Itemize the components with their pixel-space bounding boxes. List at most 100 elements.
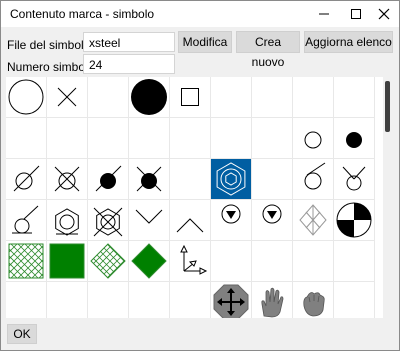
symbol-dialog: Contenuto marca - simbolo File del simbo…	[0, 0, 400, 351]
filled-circle-small-icon	[346, 132, 362, 148]
square-icon	[181, 88, 199, 106]
hand-grab-icon	[303, 292, 325, 317]
symbol-cell-circle-double-slash-v[interactable]	[333, 158, 375, 200]
close-icon[interactable]	[372, 1, 396, 27]
symbol-cell-filled-circle-large[interactable]	[128, 77, 170, 118]
modify-button[interactable]: Modifica	[178, 31, 232, 53]
symbol-cell-empty[interactable]	[128, 117, 170, 159]
hexagon-pin-icon	[55, 208, 79, 236]
create-new-button[interactable]: Crea nuovo	[236, 31, 300, 69]
symbol-cell-square[interactable]	[169, 77, 211, 118]
symbol-cell-move-octagon[interactable]	[210, 281, 252, 318]
symbol-cell-circle-slash-right[interactable]	[292, 158, 334, 200]
filled-circle-double-slash-icon	[136, 166, 162, 192]
hatch-diamond-icon	[90, 243, 126, 279]
symbol-cell-empty[interactable]	[128, 281, 170, 318]
symbol-cell-hatch-square[interactable]	[6, 240, 47, 282]
hand-open-icon	[261, 287, 284, 318]
circle-double-slash-v-icon	[342, 166, 366, 191]
ok-button[interactable]: OK	[7, 324, 37, 344]
symbol-cell-empty[interactable]	[333, 77, 375, 118]
symbol-cell-filled-circle-slash[interactable]	[87, 158, 129, 200]
symbol-cell-green-square[interactable]	[46, 240, 88, 282]
scrollbar-thumb[interactable]	[385, 81, 390, 132]
symbol-cell-empty[interactable]	[46, 281, 88, 318]
symbol-cell-diamond-outline[interactable]	[292, 199, 334, 241]
quarter-circle-icon	[336, 202, 372, 238]
refresh-list-button[interactable]: Aggiorna elenco	[304, 31, 393, 53]
maximize-icon[interactable]	[344, 1, 368, 27]
symbol-number-input[interactable]: 24	[83, 54, 175, 74]
symbol-cell-hand-grab[interactable]	[292, 281, 334, 318]
window-title: Contenuto marca - simbolo	[10, 7, 155, 21]
symbol-cell-empty[interactable]	[292, 77, 334, 118]
chevron-up-icon	[176, 218, 204, 233]
circle-slash-icon	[13, 165, 40, 192]
symbol-cell-empty[interactable]	[169, 117, 211, 159]
filled-circle-slash-icon	[95, 165, 122, 192]
circle-small-icon	[304, 131, 322, 149]
symbol-cell-empty[interactable]	[87, 117, 129, 159]
symbol-cell-empty[interactable]	[169, 281, 211, 318]
symbol-grid	[6, 77, 383, 318]
vertical-scrollbar[interactable]	[383, 77, 393, 318]
circle-triangle-down-2-icon	[262, 204, 282, 224]
symbol-cell-hexagon-double-slash[interactable]	[87, 199, 129, 241]
symbol-cell-empty[interactable]	[292, 240, 334, 282]
symbol-cell-filled-circle-double-slash[interactable]	[128, 158, 170, 200]
symbol-cell-empty[interactable]	[169, 158, 211, 200]
symbol-cell-circle-large[interactable]	[6, 77, 47, 118]
symbol-cell-hexagon-pin[interactable]	[46, 199, 88, 241]
green-diamond-icon	[131, 243, 167, 279]
circle-slash-right-icon	[304, 162, 326, 190]
circle-double-slash-icon	[54, 166, 80, 192]
symbol-cell-empty[interactable]	[210, 77, 252, 118]
symbol-cell-circle-triangle-down-2[interactable]	[251, 199, 293, 241]
symbol-cell-quarter-circle[interactable]	[333, 199, 375, 241]
symbol-cell-axes[interactable]	[169, 240, 211, 282]
hatch-square-icon	[8, 243, 44, 279]
symbol-cell-x-cross[interactable]	[46, 77, 88, 118]
symbol-cell-circle-small[interactable]	[292, 117, 334, 159]
symbol-cell-filled-circle-small[interactable]	[333, 117, 375, 159]
hexagon-nut-selected-icon	[211, 159, 251, 199]
minimize-icon[interactable]	[312, 1, 336, 27]
symbol-cell-empty[interactable]	[87, 77, 129, 118]
circle-triangle-down-icon	[221, 204, 241, 224]
symbol-cell-empty[interactable]	[46, 117, 88, 159]
symbol-cell-empty[interactable]	[251, 117, 293, 159]
symbol-cell-circle-double-slash[interactable]	[46, 158, 88, 200]
symbol-cell-empty[interactable]	[210, 240, 252, 282]
symbol-cell-circle-triangle-down[interactable]	[210, 199, 252, 241]
symbol-cell-empty[interactable]	[251, 158, 293, 200]
chevron-down-icon	[135, 209, 163, 224]
symbol-cell-hatch-diamond[interactable]	[87, 240, 129, 282]
axes-icon	[180, 244, 208, 275]
symbol-cell-empty[interactable]	[251, 77, 293, 118]
file-label: File del simbolo:	[7, 38, 94, 52]
symbol-cell-empty[interactable]	[87, 281, 129, 318]
circle-pin-icon	[12, 205, 39, 234]
symbol-cell-hexagon-nut-selected[interactable]	[210, 158, 252, 200]
symbol-cell-empty[interactable]	[251, 240, 293, 282]
symbol-cell-empty[interactable]	[210, 117, 252, 159]
green-square-icon	[49, 243, 85, 279]
filled-circle-large-icon	[131, 79, 167, 115]
symbol-cell-empty[interactable]	[333, 240, 375, 282]
symbol-cell-empty[interactable]	[6, 117, 47, 159]
circle-large-icon	[8, 79, 44, 115]
move-octagon-icon	[213, 284, 249, 318]
symbol-cell-hand-open[interactable]	[251, 281, 293, 318]
symbol-cell-circle-pin[interactable]	[6, 199, 47, 241]
hexagon-double-slash-icon	[93, 207, 123, 237]
symbol-cell-circle-slash[interactable]	[6, 158, 47, 200]
symbol-cell-green-diamond[interactable]	[128, 240, 170, 282]
title-bar: Contenuto marca - simbolo	[1, 1, 399, 27]
symbol-cell-chevron-up[interactable]	[169, 199, 211, 241]
x-cross-icon	[57, 87, 77, 107]
symbol-cell-empty[interactable]	[333, 281, 375, 318]
symbol-cell-chevron-down[interactable]	[128, 199, 170, 241]
symbol-cell-empty[interactable]	[6, 281, 47, 318]
diamond-outline-icon	[299, 204, 327, 236]
symbol-file-input[interactable]: xsteel	[83, 32, 175, 52]
